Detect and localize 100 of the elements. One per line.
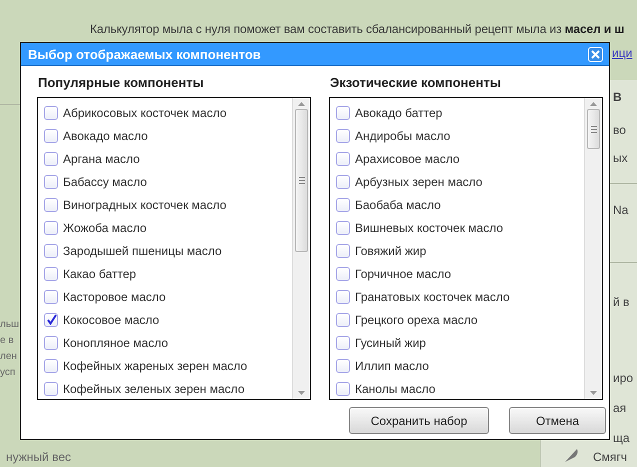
scrollbar-thumb[interactable] <box>295 109 308 252</box>
item-label: Горчичное масло <box>355 266 452 280</box>
checkbox-item[interactable]: Жожоба масло <box>44 216 292 239</box>
text-fragment: В <box>613 90 622 104</box>
item-label: Конопляное масло <box>63 336 168 350</box>
checkbox-item[interactable]: Авокадо баттер <box>336 101 584 124</box>
scrollbar-thumb[interactable] <box>587 109 600 149</box>
checkbox-item[interactable]: Конопляное масло <box>44 331 292 354</box>
checkmark-icon <box>46 314 56 325</box>
item-label: Арбузных зерен масло <box>355 174 482 188</box>
checkbox-item[interactable]: Грецкого ореха масло <box>336 308 584 331</box>
item-label: Кофейных зеленых зерен масло <box>63 382 244 396</box>
checkbox[interactable] <box>44 128 58 142</box>
checkbox-item[interactable]: Кофейных зеленых зерен масло <box>44 377 292 399</box>
checkbox[interactable] <box>336 152 350 166</box>
checkbox-item[interactable]: Гусиный жир <box>336 331 584 354</box>
checkbox-item[interactable]: Касторовое масло <box>44 285 292 308</box>
up-arrow-icon <box>297 101 306 107</box>
grip-icon <box>590 126 596 132</box>
checkbox-item[interactable]: Говяжий жир <box>336 239 584 262</box>
item-label: Иллип масло <box>355 358 429 372</box>
text-fragment: нужный вес <box>6 450 71 464</box>
checkbox-item[interactable]: Кофейных жареных зерен масло <box>44 354 292 377</box>
checkbox-item[interactable]: Аргана масло <box>44 147 292 170</box>
item-label: Вишневых косточек масло <box>355 220 504 234</box>
item-label: Касторовое масло <box>63 290 166 304</box>
item-label: Бабассу масло <box>63 174 147 188</box>
checkbox[interactable] <box>44 106 58 120</box>
text-fragment: лен <box>0 351 18 362</box>
checkbox-item[interactable]: Андиробы масло <box>336 124 584 147</box>
checkbox-item[interactable]: Гранатовых косточек масло <box>336 285 584 308</box>
checkbox[interactable] <box>336 198 350 212</box>
checkbox[interactable] <box>44 266 58 280</box>
down-arrow-icon <box>297 390 306 396</box>
checkbox[interactable] <box>44 174 58 188</box>
checkbox[interactable] <box>336 220 350 234</box>
item-label: Зародышей пшеницы масло <box>63 244 222 258</box>
checkbox-item[interactable]: Иллип масло <box>336 354 584 377</box>
checkbox[interactable] <box>336 382 350 396</box>
item-label: Баобаба масло <box>355 198 441 212</box>
checkbox[interactable] <box>44 358 58 372</box>
dialog-button[interactable]: Сохранить набор <box>349 407 489 434</box>
item-label: Гусиный жир <box>355 336 426 350</box>
checkbox[interactable] <box>44 312 58 326</box>
checkbox-item[interactable]: Виноградных косточек масло <box>44 193 292 216</box>
down-arrow-icon <box>589 390 598 396</box>
scrollbar[interactable] <box>584 98 602 399</box>
checkbox[interactable] <box>44 152 58 166</box>
checkbox[interactable] <box>44 244 58 258</box>
checkbox-item[interactable]: Бабассу масло <box>44 170 292 193</box>
checkbox-item[interactable]: Канолы масло <box>336 377 584 399</box>
checkbox[interactable] <box>336 128 350 142</box>
checkbox[interactable] <box>336 290 350 304</box>
checkbox[interactable] <box>336 312 350 326</box>
text-fragment: льш <box>0 319 20 330</box>
checkbox[interactable] <box>336 106 350 120</box>
dialog-title: Выбор отображаемых компонентов <box>28 46 261 62</box>
grip-icon <box>298 177 304 184</box>
checkbox-item[interactable]: Вишневых косточек масло <box>336 216 584 239</box>
checkbox[interactable] <box>336 358 350 372</box>
checkbox-item[interactable]: Горчичное масло <box>336 262 584 285</box>
checkbox[interactable] <box>336 174 350 188</box>
checkbox-item[interactable]: Авокадо масло <box>44 124 292 147</box>
checkbox-item[interactable]: Кокосовое масло <box>44 308 292 331</box>
item-label: Виноградных косточек масло <box>63 198 226 212</box>
checkbox-item[interactable]: Баобаба масло <box>336 193 584 216</box>
text-fragment: во <box>613 123 626 137</box>
checkbox[interactable] <box>336 244 350 258</box>
checkbox[interactable] <box>44 382 58 396</box>
feather-icon <box>563 447 579 463</box>
checkbox[interactable] <box>336 336 350 350</box>
checkbox-item[interactable]: Арахисовое масло <box>336 147 584 170</box>
checkbox[interactable] <box>44 290 58 304</box>
item-label: Кокосовое масло <box>63 312 160 326</box>
item-label: Авокадо баттер <box>355 106 442 120</box>
item-label: Аргана масло <box>63 152 140 166</box>
item-label: Грецкого ореха масло <box>355 312 478 326</box>
item-label: Авокадо масло <box>63 128 148 142</box>
checkbox-item[interactable]: Зародышей пшеницы масло <box>44 239 292 262</box>
item-label: Кофейных жареных зерен масло <box>63 358 248 372</box>
checkbox[interactable] <box>44 198 58 212</box>
item-label: Говяжий жир <box>355 244 426 258</box>
text-fragment: ых <box>613 151 628 165</box>
checkbox-item[interactable]: Какао баттер <box>44 262 292 285</box>
item-label: Арахисовое масло <box>355 152 460 166</box>
checkbox[interactable] <box>336 266 350 280</box>
text-fragment: й в <box>613 295 630 309</box>
checkbox-item[interactable]: Арбузных зерен масло <box>336 170 584 193</box>
item-label: Какао баттер <box>63 266 136 280</box>
text-fragment: иро <box>613 371 634 385</box>
link[interactable]: ици <box>612 46 632 60</box>
close-button[interactable] <box>588 46 603 62</box>
checkbox-item[interactable]: Абрикосовых косточек масло <box>44 101 292 124</box>
checkbox[interactable] <box>44 336 58 350</box>
text-fragment: Смягч <box>593 450 628 464</box>
checkbox[interactable] <box>44 220 58 234</box>
close-icon <box>591 50 600 58</box>
scrollbar[interactable] <box>292 98 310 399</box>
dialog-button[interactable]: Отмена <box>509 407 606 434</box>
item-label: Гранатовых косточек масло <box>355 290 510 304</box>
